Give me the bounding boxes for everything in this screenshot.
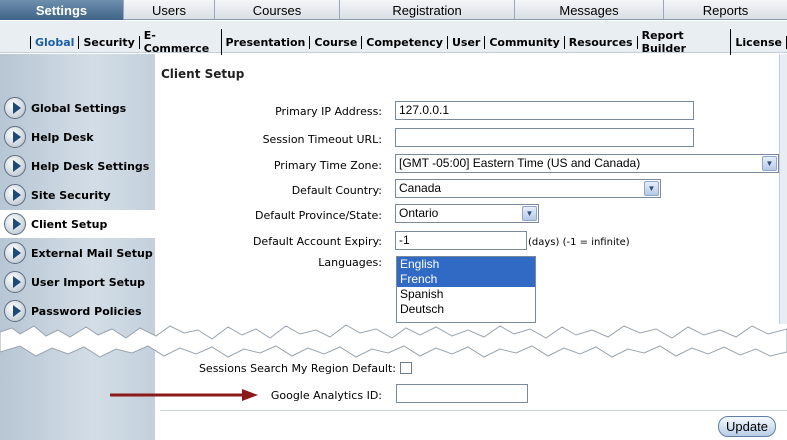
play-arrow-icon [4, 271, 26, 293]
sessions-search-label: Sessions Search My Region Default: [198, 362, 396, 375]
language-option[interactable]: Deutsch [397, 302, 535, 317]
subtab-license[interactable]: License [731, 35, 787, 49]
expiry-label: Default Account Expiry: [252, 235, 382, 248]
tab-users[interactable]: Users [124, 0, 215, 20]
language-option[interactable]: Spanish [397, 287, 535, 302]
page-title: Client Setup [161, 67, 245, 81]
play-arrow-icon [4, 126, 26, 148]
tab-settings[interactable]: Settings [0, 0, 124, 20]
play-arrow-icon [4, 184, 26, 206]
subtab-competency[interactable]: Competency [362, 35, 448, 49]
subtab-report-builder[interactable]: Report Builder [638, 29, 732, 55]
sidebar-item-user-import-setup[interactable]: User Import Setup [0, 268, 155, 296]
sidebar-item-label: User Import Setup [31, 275, 146, 289]
expiry-input[interactable]: -1 [395, 231, 527, 250]
tab-registration[interactable]: Registration [340, 0, 515, 20]
sidebar-item-external-mail-setup[interactable]: External Mail Setup [0, 239, 155, 267]
subtab-presentation[interactable]: Presentation [222, 35, 311, 49]
sidebar-item-site-security[interactable]: Site Security [0, 181, 155, 209]
subtab-global[interactable]: Global [30, 35, 80, 49]
time-zone-value: [GMT -05:00] Eastern Time (US and Canada… [399, 156, 641, 170]
tab-messages[interactable]: Messages [515, 0, 664, 20]
tab-reports[interactable]: Reports [664, 0, 787, 20]
language-option[interactable]: French [397, 272, 535, 287]
time-zone-select[interactable]: [GMT -05:00] Eastern Time (US and Canada… [395, 154, 779, 173]
subtab-resources[interactable]: Resources [565, 35, 638, 49]
torn-page-edge [0, 324, 787, 358]
primary-ip-input[interactable]: 127.0.0.1 [395, 101, 694, 120]
sidebar: Global Settings Help Desk Help Desk Sett… [0, 54, 155, 440]
divider [160, 410, 787, 411]
play-arrow-icon [4, 213, 26, 235]
update-button[interactable]: Update [718, 416, 776, 437]
google-analytics-label: Google Analytics ID: [270, 389, 382, 402]
subtab-security[interactable]: Security [79, 35, 140, 49]
country-value: Canada [399, 181, 442, 195]
sidebar-item-label: External Mail Setup [31, 246, 153, 260]
country-label: Default Country: [291, 184, 382, 197]
tab-courses[interactable]: Courses [215, 0, 340, 20]
sidebar-item-help-desk[interactable]: Help Desk [0, 123, 155, 151]
sidebar-item-label: Global Settings [31, 101, 127, 115]
chevron-down-icon[interactable]: ▼ [644, 181, 659, 196]
subtab-course[interactable]: Course [310, 35, 363, 49]
province-select[interactable]: Ontario ▼ [395, 204, 539, 223]
subtab-community[interactable]: Community [485, 35, 565, 49]
play-arrow-icon [4, 155, 26, 177]
province-value: Ontario [399, 206, 439, 220]
country-select[interactable]: Canada ▼ [395, 179, 661, 198]
languages-listbox[interactable]: English French Spanish Deutsch [396, 256, 536, 323]
session-timeout-label: Session Timeout URL: [262, 133, 382, 146]
subtab-user[interactable]: User [448, 35, 486, 49]
language-option[interactable]: English [397, 257, 535, 272]
sub-nav-list: Global Security E-Commerce Presentation … [30, 29, 787, 55]
content-edge [779, 54, 787, 324]
province-label: Default Province/State: [254, 209, 382, 222]
languages-label: Languages: [318, 256, 382, 269]
play-arrow-icon [4, 242, 26, 264]
google-analytics-input[interactable] [396, 384, 528, 403]
chevron-down-icon[interactable]: ▼ [522, 206, 537, 221]
expiry-hint: (days) (-1 = infinite) [528, 237, 630, 248]
sidebar-item-global-settings[interactable]: Global Settings [0, 94, 155, 122]
subtab-ecommerce[interactable]: E-Commerce [140, 29, 222, 55]
time-zone-label: Primary Time Zone: [273, 159, 382, 172]
primary-ip-label: Primary IP Address: [275, 105, 382, 118]
sidebar-item-label: Password Policies [31, 304, 142, 318]
play-arrow-icon [4, 97, 26, 119]
sidebar-item-label: Help Desk Settings [31, 159, 150, 173]
chevron-down-icon[interactable]: ▼ [762, 156, 777, 171]
sidebar-item-label: Client Setup [31, 217, 108, 231]
sidebar-item-label: Site Security [31, 188, 111, 202]
session-timeout-input[interactable] [395, 128, 694, 147]
sub-nav: Global Security E-Commerce Presentation … [0, 21, 787, 55]
sidebar-item-label: Help Desk [31, 130, 94, 144]
sidebar-item-help-desk-settings[interactable]: Help Desk Settings [0, 152, 155, 180]
sessions-search-checkbox[interactable] [400, 362, 412, 374]
top-nav: Settings Users Courses Registration Mess… [0, 0, 787, 20]
sidebar-item-client-setup[interactable]: Client Setup [0, 210, 155, 238]
